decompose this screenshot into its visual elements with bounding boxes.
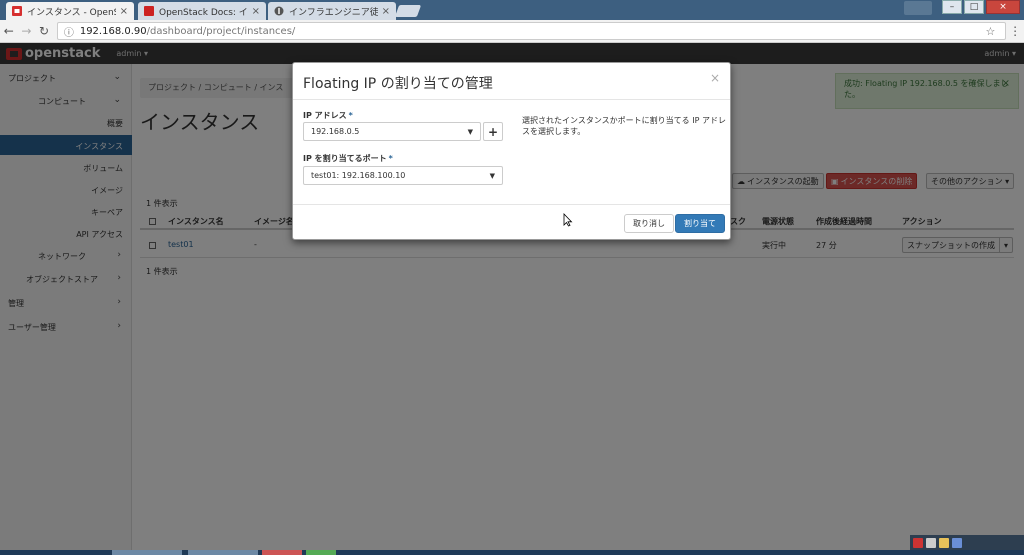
taskbar-item[interactable] [306,550,336,555]
close-window-icon[interactable]: × [986,0,1020,14]
associate-floating-ip-modal: Floating IP の割り当ての管理 × IP アドレス * 192.168.… [292,62,731,240]
os-taskbar [0,550,1024,555]
mouse-cursor-icon [563,213,573,227]
new-tab-button[interactable] [394,5,422,17]
required-marker: * [348,111,353,120]
blog-favicon-icon [274,6,284,16]
ip-address-value: 192.168.0.5 [311,127,360,136]
address-bar-row: ← → ↻ ⓘ 192.168.0.90/dashboard/project/i… [0,20,1024,43]
window-controls: – □ × [942,0,1020,14]
close-tab-icon[interactable]: × [252,6,260,17]
caret-down-icon: ▼ [467,128,473,136]
modal-close-icon[interactable]: × [710,71,720,85]
caret-down-icon: ▼ [489,172,495,180]
forward-icon[interactable]: → [18,24,36,38]
port-value: test01: 192.168.100.10 [311,171,406,180]
back-icon[interactable]: ← [0,24,18,38]
reload-icon[interactable]: ↻ [35,24,53,38]
modal-body: IP アドレス * 192.168.0.5 ▼ + IP を割り当てるポート * t… [303,108,726,203]
browser-tab-bar: インスタンス - OpenSt × OpenStack Docs: イメ × イ… [0,0,1024,20]
browser-menu-icon[interactable]: ⋮ [1006,24,1024,38]
ip-address-select[interactable]: 192.168.0.5 ▼ [303,122,481,141]
site-info-icon[interactable]: ⓘ [64,24,74,39]
system-tray [910,535,1024,550]
tray-folder-icon[interactable] [939,537,949,548]
tray-ime-icon[interactable] [926,537,936,548]
bookmark-star-icon[interactable]: ☆ [986,25,1000,38]
url-host: 192.168.0.90 [79,25,147,37]
tab-title: インスタンス - OpenSt [27,7,116,18]
associate-button[interactable]: 割り当て [675,214,725,233]
allocate-ip-plus-button[interactable]: + [483,122,503,141]
modal-help-text: 選択されたインスタンスかポートに割り当てる IP アドレスを選択します。 [522,116,726,137]
ip-address-label-text: IP アドレス [303,111,347,120]
url-path: /dashboard/project/instances/ [146,25,296,37]
taskbar-item[interactable] [188,550,258,555]
port-select[interactable]: test01: 192.168.100.10 ▼ [303,166,503,185]
tab-title: インフラエンジニア徒然 [289,7,378,18]
tray-app-icon[interactable] [913,537,923,548]
openstack-favicon-icon [12,6,22,16]
modal-footer: 取り消し 割り当て [293,204,730,240]
docs-favicon-icon [144,6,154,16]
ip-address-label: IP アドレス * [303,110,353,121]
url-input[interactable]: ⓘ 192.168.0.90/dashboard/project/instanc… [56,22,1007,40]
tab-title: OpenStack Docs: イメ [159,7,248,18]
browser-tab-docs[interactable]: OpenStack Docs: イメ × [138,2,266,20]
close-tab-icon[interactable]: × [382,6,390,17]
browser-profile-icon[interactable] [904,1,932,15]
minimize-icon[interactable]: – [942,0,962,14]
cancel-button[interactable]: 取り消し [624,214,674,233]
browser-tab-blog[interactable]: インフラエンジニア徒然 × [268,2,396,20]
modal-title: Floating IP の割り当ての管理 [303,76,493,92]
port-label-text: IP を割り当てるポート [303,154,387,163]
maximize-icon[interactable]: □ [964,0,984,14]
close-tab-icon[interactable]: × [120,6,128,17]
taskbar-item[interactable] [112,550,182,555]
browser-tab-instances[interactable]: インスタンス - OpenSt × [6,2,134,20]
taskbar-item[interactable] [262,550,302,555]
tray-help-icon[interactable] [952,537,962,548]
port-label: IP を割り当てるポート * [303,153,393,164]
required-marker: * [388,154,393,163]
modal-header: Floating IP の割り当ての管理 × [293,63,730,100]
